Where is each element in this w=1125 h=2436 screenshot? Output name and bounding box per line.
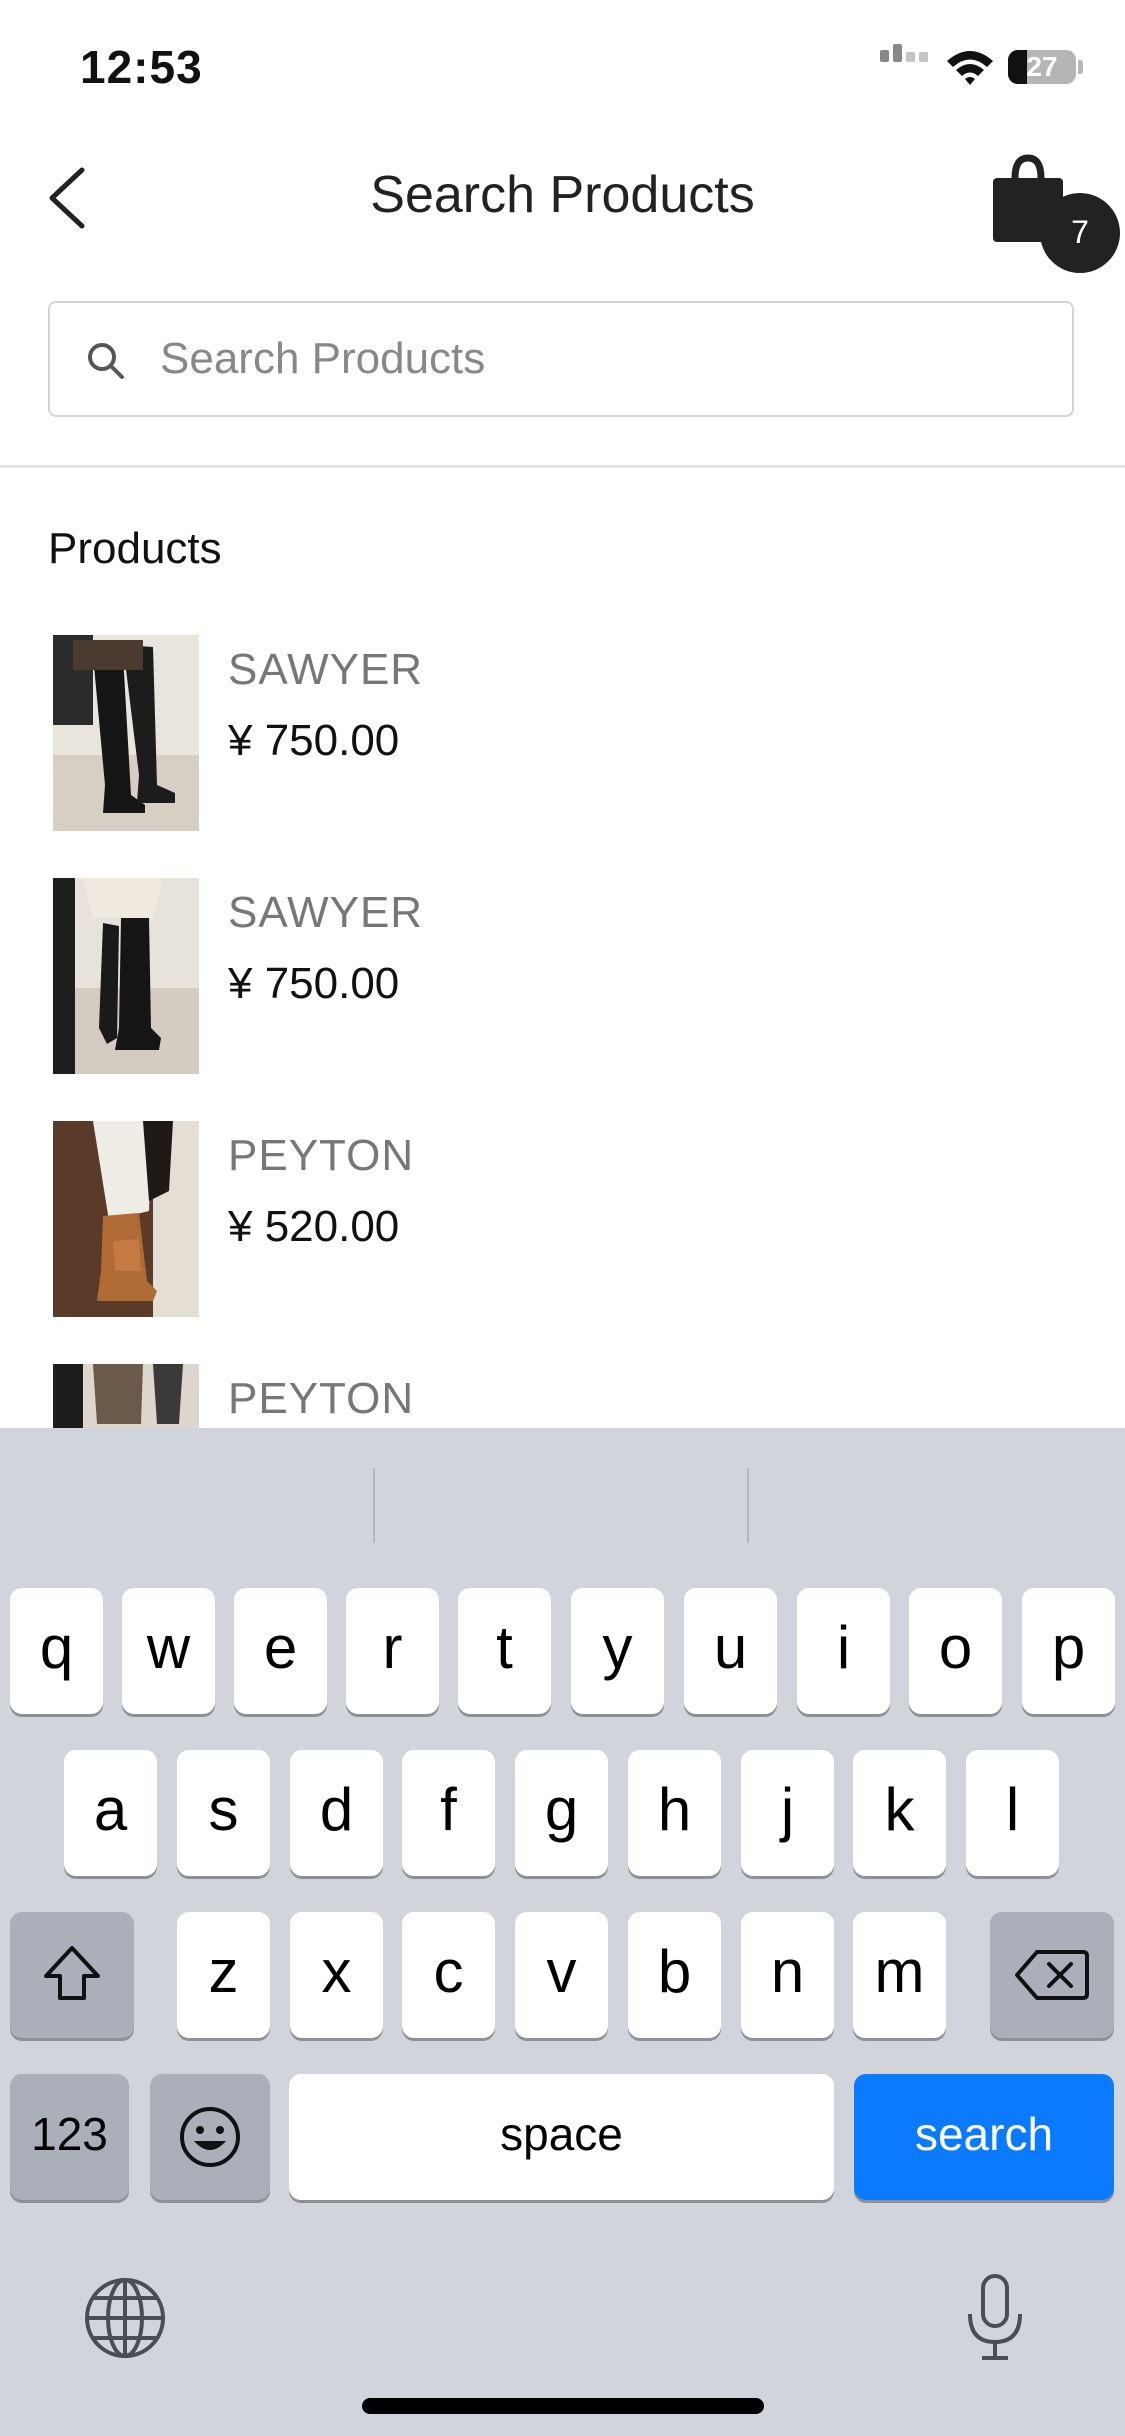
key-d[interactable]: d <box>290 1750 383 1876</box>
cart-count-badge: 7 <box>1040 193 1120 273</box>
key-l[interactable]: l <box>966 1750 1059 1876</box>
search-input[interactable] <box>160 303 1040 415</box>
product-name: SAWYER <box>228 645 424 694</box>
key-g[interactable]: g <box>515 1750 608 1876</box>
search-box[interactable] <box>48 301 1074 417</box>
product-image <box>53 1364 199 1430</box>
dictation-key[interactable] <box>960 2268 1030 2368</box>
key-b[interactable]: b <box>628 1912 721 2038</box>
product-item[interactable]: PEYTON ¥ 520.00 <box>0 1116 1125 1317</box>
product-list: SAWYER ¥ 750.00 SAWYER ¥ 750.00 PEYTON ¥… <box>0 630 1125 1430</box>
suggestion-divider <box>373 1468 375 1543</box>
product-item[interactable]: PEYTON <box>0 1359 1125 1430</box>
product-image <box>53 635 199 831</box>
product-item[interactable]: SAWYER ¥ 750.00 <box>0 630 1125 831</box>
keyboard: q w e r t y u i o p a s d f g h j k l z … <box>0 1428 1125 2436</box>
search-icon <box>88 343 124 379</box>
emoji-key[interactable] <box>150 2074 270 2200</box>
key-h[interactable]: h <box>628 1750 721 1876</box>
wifi-icon <box>947 51 993 85</box>
key-s[interactable]: s <box>177 1750 270 1876</box>
microphone-icon <box>968 2274 1022 2360</box>
product-price: ¥ 750.00 <box>228 716 400 765</box>
key-j[interactable]: j <box>741 1750 834 1876</box>
key-t[interactable]: t <box>458 1588 551 1714</box>
suggestion-divider <box>747 1468 749 1543</box>
key-v[interactable]: v <box>515 1912 608 2038</box>
header-divider <box>0 465 1125 468</box>
key-e[interactable]: e <box>234 1588 327 1714</box>
key-k[interactable]: k <box>853 1750 946 1876</box>
product-image <box>53 1121 199 1317</box>
key-c[interactable]: c <box>402 1912 495 2038</box>
shift-key[interactable] <box>10 1912 134 2038</box>
numbers-key[interactable]: 123 <box>10 2074 129 2200</box>
product-image <box>53 878 199 1074</box>
globe-icon <box>85 2278 165 2358</box>
emoji-icon <box>180 2107 240 2167</box>
search-key[interactable]: search <box>854 2074 1114 2200</box>
product-name: SAWYER <box>228 888 424 937</box>
key-y[interactable]: y <box>571 1588 664 1714</box>
globe-key[interactable] <box>80 2273 170 2363</box>
shift-icon <box>44 1946 100 2000</box>
delete-key[interactable] <box>990 1912 1114 2038</box>
product-name: PEYTON <box>228 1131 415 1180</box>
battery-tip <box>1078 60 1083 74</box>
key-r[interactable]: r <box>346 1588 439 1714</box>
backspace-icon <box>1015 1950 1089 2000</box>
key-p[interactable]: p <box>1022 1588 1115 1714</box>
key-i[interactable]: i <box>797 1588 890 1714</box>
space-key[interactable]: space <box>289 2074 834 2200</box>
key-u[interactable]: u <box>684 1588 777 1714</box>
section-title: Products <box>48 524 222 573</box>
key-w[interactable]: w <box>122 1588 215 1714</box>
product-item[interactable]: SAWYER ¥ 750.00 <box>0 873 1125 1074</box>
key-o[interactable]: o <box>909 1588 1002 1714</box>
product-price: ¥ 520.00 <box>228 1202 400 1251</box>
key-z[interactable]: z <box>177 1912 270 2038</box>
product-name: PEYTON <box>228 1374 415 1423</box>
home-indicator <box>362 2398 764 2414</box>
status-time: 12:53 <box>80 41 203 93</box>
key-n[interactable]: n <box>741 1912 834 2038</box>
key-a[interactable]: a <box>64 1750 157 1876</box>
battery-level: 27 <box>1026 51 1058 82</box>
status-bar: 12:53 27 <box>0 0 1125 140</box>
page-title: Search Products <box>370 166 755 224</box>
key-x[interactable]: x <box>290 1912 383 2038</box>
key-m[interactable]: m <box>853 1912 946 2038</box>
battery-icon: 27 <box>1008 50 1076 84</box>
key-q[interactable]: q <box>10 1588 103 1714</box>
product-price: ¥ 750.00 <box>228 959 400 1008</box>
key-f[interactable]: f <box>402 1750 495 1876</box>
